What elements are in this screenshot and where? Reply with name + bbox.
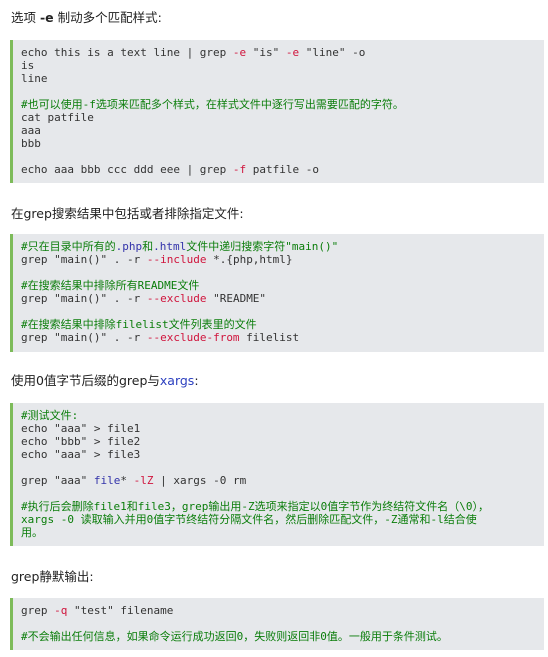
code-text: | xargs -0 rm [153,474,247,487]
code-text: grep "main()" . -r [21,292,147,305]
code-line: echo "aaa" > file1 [21,422,544,435]
code-comment: #在搜索结果中排除filelist文件列表里的文件 [21,318,257,331]
code-text: "is" [246,46,286,59]
code-comment: #测试文件: [21,409,79,422]
section-heading: 使用0值字节后缀的grep与xargs: [11,370,199,389]
code-block: #测试文件: echo "aaa" > file1 echo "bbb" > fil… [10,403,544,546]
code-line: #在搜索结果中排除filelist文件列表里的文件 [21,318,544,331]
code-line: grep "main()" . -r --include *.{php,html… [21,253,544,266]
code-line: echo this is a text line | grep -e "is" … [21,46,544,59]
code-line: bbb [21,137,544,150]
code-block: grep -q "test" filename #不会输出任何信息，如果命令运行成… [10,598,544,650]
code-line: #不会输出任何信息，如果命令运行成功返回0，失败则返回非0值。一般用于条件测试。 [21,630,544,643]
code-var: .html [153,240,187,253]
code-text: grep "main()" . -r [21,331,147,344]
section-heading: grep静默输出: [11,566,94,585]
code-comment: #不会输出任何信息，如果命令运行成功返回0，失败则返回非0值。一般用于条件测试。 [21,630,448,643]
code-text: is [21,59,35,72]
code-line: #测试文件: [21,409,544,422]
code-text: grep [21,604,55,617]
code-text: echo "bbb" > file2 [21,435,141,448]
code-text: echo "aaa" > file1 [21,422,141,435]
code-comment: 文件中递归搜索字符"main()" [186,240,339,253]
code-comment: #执行后会删除file1和file3，grep输出用-Z选项来指定以0值字节作为… [21,500,489,513]
heading-text: 选项 [11,10,40,25]
code-line: echo "aaa" > file3 [21,448,544,461]
code-block: #只在目录中所有的.php和.html文件中递归搜索字符"main()" grep… [10,234,544,352]
code-line: echo "bbb" > file2 [21,435,544,448]
code-line: #也可以使用-f选项来匹配多个样式，在样式文件中逐行写出需要匹配的字符。 [21,98,544,111]
code-line: line [21,72,544,85]
code-flag: --exclude-from [146,331,240,344]
section-heading: 选项 -e 制动多个匹配样式: [11,7,162,26]
code-comment: #只在目录中所有的 [21,240,116,253]
code-comment: 用。 [21,526,43,539]
code-comment: #也可以使用-f选项来匹配多个样式，在样式文件中逐行写出需要匹配的字符。 [21,98,404,111]
code-flag: -e [285,46,300,59]
code-text: patfile -o [246,163,320,176]
code-text: "line" -o [299,46,366,59]
code-line: 用。 [21,526,544,539]
code-text: cat patfile [21,111,94,124]
xargs-link[interactable]: xargs [160,373,194,388]
code-text: echo aaa bbb ccc ddd eee | grep [21,163,233,176]
code-text: grep "main()" . -r [21,253,147,266]
code-text: line [21,72,48,85]
heading-text: : [194,373,199,388]
code-flag: --exclude [146,292,207,305]
code-line: grep -q "test" filename [21,604,544,617]
code-text: grep "aaa" [21,474,94,487]
code-text: *.{php,html} [206,253,293,266]
code-comment: 和 [142,240,154,253]
code-var: .php [115,240,143,253]
code-line: is [21,59,544,72]
code-text: filelist [239,331,300,344]
code-line: grep "main()" . -r --exclude-from fileli… [21,331,544,344]
code-line: grep "aaa" file* -lZ | xargs -0 rm [21,474,544,487]
code-comment: #在搜索结果中排除所有README文件 [21,279,200,292]
code-block: echo this is a text line | grep -e "is" … [10,40,544,183]
code-text: echo this is a text line | grep [21,46,233,59]
heading-text: grep静默输出: [11,569,94,584]
code-text: "test" filename [67,604,174,617]
code-flag: -f [232,163,247,176]
code-line: #只在目录中所有的.php和.html文件中递归搜索字符"main()" [21,240,544,253]
code-line: xargs -0 读取输入并用0值字节终结符分隔文件名，然后删除匹配文件，-Z通… [21,513,544,526]
code-text: bbb [21,137,41,150]
code-text: * [120,474,134,487]
code-line: echo aaa bbb ccc ddd eee | grep -f patfi… [21,163,544,176]
heading-text: 在grep搜索结果中包括或者排除指定文件: [11,206,244,221]
heading-text: 制动多个匹配样式: [53,10,162,25]
code-flag: -e [232,46,247,59]
code-text: aaa [21,124,41,137]
code-flag: -q [54,604,68,617]
code-var: file [93,474,121,487]
code-text: echo "aaa" > file3 [21,448,141,461]
code-line: cat patfile [21,111,544,124]
section-heading: 在grep搜索结果中包括或者排除指定文件: [11,203,244,222]
code-line: #在搜索结果中排除所有README文件 [21,279,544,292]
heading-text: -e [39,10,54,25]
code-line: grep "main()" . -r --exclude "README" [21,292,544,305]
code-line: aaa [21,124,544,137]
code-flag: --include [146,253,207,266]
heading-text: 使用0值字节后缀的grep与 [11,373,160,388]
code-flag: -lZ [133,474,154,487]
code-line: #执行后会删除file1和file3，grep输出用-Z选项来指定以0值字节作为… [21,500,544,513]
code-text: "README" [206,292,267,305]
code-comment: xargs -0 读取输入并用0值字节终结符分隔文件名，然后删除匹配文件，-Z通… [21,513,477,526]
